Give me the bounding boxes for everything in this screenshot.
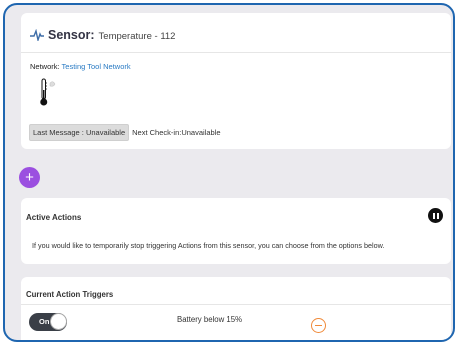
sensor-title: Sensor: Temperature - 112 xyxy=(30,28,175,42)
toggle-label: On xyxy=(39,317,50,326)
sensor-label: Sensor: xyxy=(48,28,95,42)
toggle-knob[interactable] xyxy=(50,313,67,330)
status-row: Last Message : Unavailable Next Check-in… xyxy=(29,124,221,141)
pause-icon-bar xyxy=(436,212,439,219)
remove-trigger-button[interactable] xyxy=(311,318,326,333)
app-frame: Sensor: Temperature - 112 Network: Testi… xyxy=(3,3,455,342)
action-triggers-card: Current Action Triggers On Battery below… xyxy=(21,277,451,340)
add-button[interactable]: + xyxy=(19,167,40,188)
network-label: Network: xyxy=(30,62,60,71)
divider xyxy=(21,304,451,305)
pause-icon xyxy=(432,212,435,219)
minus-circle-icon xyxy=(315,324,322,327)
triggers-title: Current Action Triggers xyxy=(26,290,114,299)
sensor-name: Temperature - 112 xyxy=(98,31,176,42)
pause-button[interactable] xyxy=(428,208,443,223)
trigger-description: Battery below 15% xyxy=(177,315,243,324)
plus-icon: + xyxy=(25,169,34,186)
trigger-toggle[interactable]: On xyxy=(29,313,67,331)
last-message-badge: Last Message : Unavailable xyxy=(29,124,130,141)
thermometer-icon xyxy=(40,78,56,106)
divider xyxy=(21,52,451,53)
active-actions-description: If you would like to temporarily stop tr… xyxy=(32,241,385,250)
active-actions-card: Active Actions If you would like to temp… xyxy=(21,198,451,264)
pulse-icon xyxy=(30,29,44,41)
active-actions-title: Active Actions xyxy=(26,213,82,222)
next-checkin: Next Check-in:Unavailable xyxy=(132,128,221,137)
network-row: Network: Testing Tool Network xyxy=(30,62,131,71)
network-link[interactable]: Testing Tool Network xyxy=(62,62,131,71)
sensor-card: Sensor: Temperature - 112 Network: Testi… xyxy=(21,13,451,149)
